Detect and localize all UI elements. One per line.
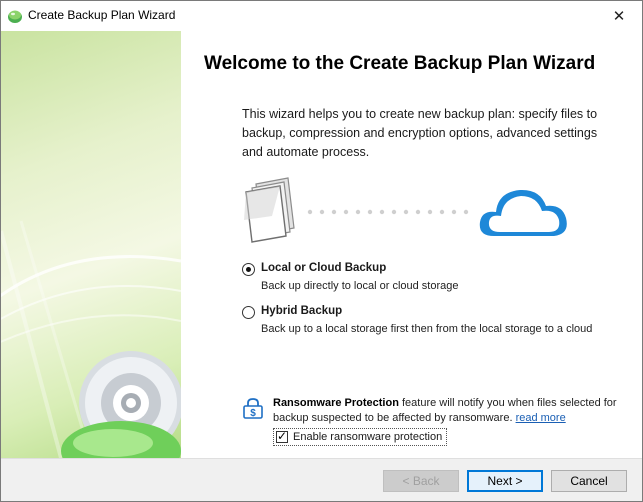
close-button[interactable]: ✕ [596, 1, 642, 31]
wizard-content: Welcome to the Create Backup Plan Wizard… [182, 31, 642, 458]
sidebar-art [1, 220, 181, 458]
backup-illustration [244, 177, 567, 243]
read-more-link[interactable]: read more [516, 412, 566, 424]
app-logo-icon [8, 10, 22, 23]
enable-ransomware-checkbox[interactable]: ✓ Enable ransomware protection [273, 428, 448, 446]
local-or-cloud-radio[interactable] [242, 263, 255, 276]
cancel-button[interactable]: Cancel [551, 470, 627, 492]
page-title: Welcome to the Create Backup Plan Wizard [204, 53, 596, 74]
enable-ransomware-label: Enable ransomware protection [293, 431, 443, 443]
svg-text:$: $ [250, 408, 256, 419]
option-description: Back up directly to local or cloud stora… [261, 280, 459, 292]
ransomware-title: Ransomware Protection [273, 397, 399, 409]
ransomware-description: Ransomware Protection feature will notif… [273, 396, 642, 426]
wizard-window: Create Backup Plan Wizard ✕ Welcome to t… [0, 0, 643, 502]
intro-text: This wizard helps you to create new back… [242, 107, 598, 159]
checkmark-icon: ✓ [277, 429, 288, 443]
files-icon [244, 177, 295, 243]
ransomware-lock-icon: $ [243, 398, 263, 419]
dotted-connector [307, 209, 469, 215]
option-description: Back up to a local storage first then fr… [261, 323, 593, 335]
wizard-sidebar-art [1, 31, 181, 458]
hybrid-radio[interactable] [242, 306, 255, 319]
next-button[interactable]: Next > [467, 470, 543, 492]
option-label: Hybrid Backup [261, 305, 343, 317]
cloud-icon [479, 189, 567, 236]
close-icon: ✕ [612, 8, 626, 25]
back-button[interactable]: < Back [383, 470, 459, 492]
title-bar: Create Backup Plan Wizard ✕ [1, 1, 642, 31]
checkbox-box[interactable]: ✓ [276, 429, 288, 443]
window-title: Create Backup Plan Wizard [28, 8, 176, 22]
button-bar: < Back Next > Cancel [1, 458, 642, 501]
option-label: Local or Cloud Backup [261, 262, 387, 274]
